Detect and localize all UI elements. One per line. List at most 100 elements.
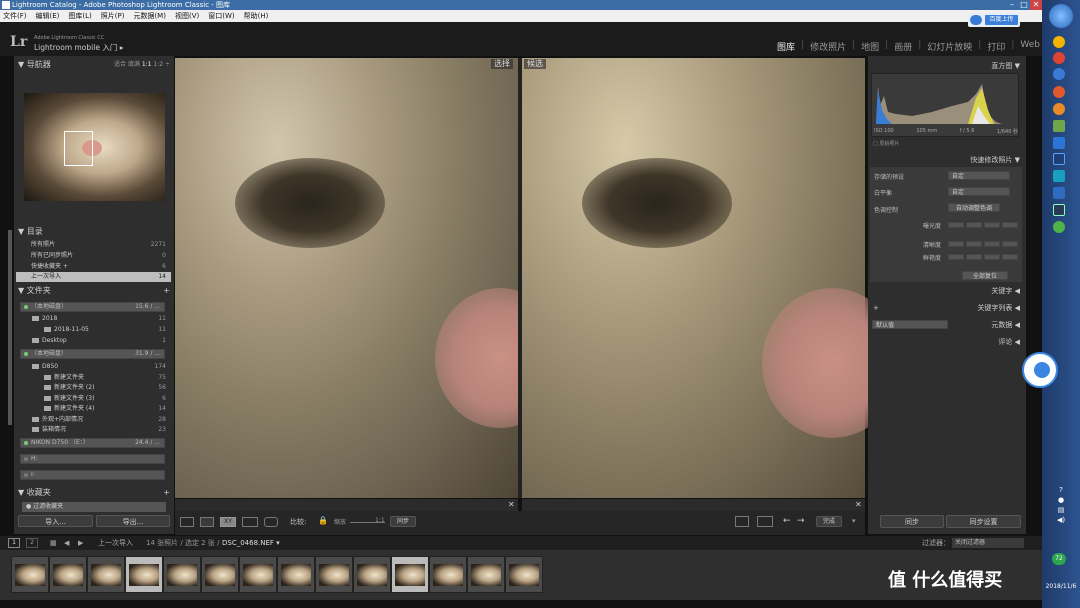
firefox-icon[interactable]: [1053, 86, 1065, 98]
white-balance-select[interactable]: 自定: [948, 187, 1010, 196]
swap-icon[interactable]: [735, 516, 749, 527]
vibrance-down[interactable]: [966, 254, 982, 260]
filmstrip-thumbnail[interactable]: [125, 556, 163, 593]
import-button[interactable]: 导入...: [18, 515, 93, 527]
filmstrip-thumbnail[interactable]: [505, 556, 543, 593]
close-select-icon[interactable]: ✕: [508, 500, 515, 509]
help-icon[interactable]: ?: [1059, 486, 1063, 494]
close-icon[interactable]: ✕: [1030, 0, 1042, 10]
filmstrip-thumbnail[interactable]: [163, 556, 201, 593]
exposure-down[interactable]: [966, 222, 982, 228]
menu-edit[interactable]: 编辑(E): [36, 10, 60, 22]
filmstrip-thumbnail[interactable]: [49, 556, 87, 593]
network-icon[interactable]: ▤: [1058, 506, 1065, 514]
shield-icon[interactable]: ●: [1058, 496, 1064, 504]
histogram[interactable]: ISO 100 105 mm f / 5.6 1/640 秒: [871, 73, 1019, 137]
menu-file[interactable]: 文件(F): [3, 10, 27, 22]
left-panel-scrollbar[interactable]: [8, 230, 12, 425]
minimize-icon[interactable]: –: [1006, 0, 1018, 10]
toolbar-menu-icon[interactable]: ▾: [852, 517, 856, 525]
filmstrip-source[interactable]: 上一次导入: [98, 536, 133, 550]
module-slideshow[interactable]: 幻灯片放映: [927, 40, 972, 53]
done-button[interactable]: 完成: [816, 516, 842, 527]
module-develop[interactable]: 修改照片: [810, 40, 846, 53]
app-icon-orange[interactable]: [1053, 103, 1065, 115]
lock-icon[interactable]: 🔒: [318, 516, 328, 526]
module-library[interactable]: 图库: [777, 40, 795, 53]
wechat-icon[interactable]: [1053, 221, 1065, 233]
menu-photo[interactable]: 照片(P): [101, 10, 125, 22]
app-icon-teal[interactable]: [1053, 170, 1065, 182]
chrome-icon[interactable]: [1053, 36, 1065, 48]
catalog-header[interactable]: ▼ 目录: [14, 226, 174, 238]
file-explorer-icon[interactable]: [1053, 120, 1065, 132]
folder-item[interactable]: 新建文件夹 (3) 6: [16, 394, 171, 404]
close-candidate-icon[interactable]: ✕: [855, 500, 862, 509]
filmstrip-thumbnail[interactable]: [239, 556, 277, 593]
zoom-1-1[interactable]: 1:1: [142, 61, 152, 68]
volume-nikon[interactable]: NIKON D750 （E：） 24.4 / ...: [20, 438, 165, 448]
module-map[interactable]: 地图: [861, 40, 879, 53]
keyword-list-header[interactable]: + 关键字列表 ◀: [869, 301, 1024, 315]
saved-preset-select[interactable]: 自定: [948, 171, 1010, 180]
exposure-up[interactable]: [984, 222, 1000, 228]
photoshop-icon[interactable]: [1053, 153, 1065, 165]
filmstrip-thumbnail[interactable]: [11, 556, 49, 593]
upload-button[interactable]: 百度上传: [985, 15, 1018, 25]
vibrance-up-large[interactable]: [1002, 254, 1018, 260]
catalog-item-quick-collection[interactable]: 快捷收藏夹 + 6: [16, 262, 171, 272]
360-browser-icon[interactable]: [1053, 68, 1065, 80]
make-select-icon[interactable]: [757, 516, 773, 527]
filmstrip-thumbnail[interactable]: [87, 556, 125, 593]
module-print[interactable]: 打印: [987, 40, 1005, 53]
clarity-down-large[interactable]: [948, 241, 964, 247]
menu-library[interactable]: 图库(L): [68, 10, 91, 22]
browser-icon[interactable]: [1053, 52, 1065, 64]
keywording-header[interactable]: 关键字 ◀: [869, 284, 1024, 298]
auto-tone-button[interactable]: 自动调整色调: [948, 203, 1000, 212]
start-button-icon[interactable]: [1049, 4, 1073, 28]
primary-window-button[interactable]: 1: [8, 538, 20, 548]
comments-header[interactable]: 评论 ◀: [869, 335, 1024, 349]
original-photo-toggle[interactable]: □ 原始照片: [873, 140, 899, 147]
next-arrow-icon[interactable]: →: [797, 516, 805, 526]
catalog-item-previous-import[interactable]: 上一次导入 14: [16, 272, 171, 282]
module-web[interactable]: Web: [1020, 40, 1040, 53]
folder-item[interactable]: 2018-11-05 11: [16, 325, 171, 335]
catalog-item-synced[interactable]: 所有已同步照片 0: [16, 251, 171, 261]
lightroom-taskbar-icon[interactable]: [1053, 204, 1065, 216]
volume-h[interactable]: H:: [20, 454, 165, 464]
survey-view-icon[interactable]: [242, 517, 258, 527]
collections-filter[interactable]: ● 过滤收藏夹: [22, 502, 166, 512]
folder-item[interactable]: 外观+内部情况 28: [16, 415, 171, 425]
system-date[interactable]: 2018/11/6: [1043, 583, 1079, 590]
sync-button[interactable]: 同步: [880, 515, 944, 528]
folders-header[interactable]: ▼ 文件夹 +: [14, 285, 174, 297]
menu-window[interactable]: 窗口(W): [208, 10, 234, 22]
zoom-1-2[interactable]: 1:2 ÷: [153, 61, 170, 68]
menu-metadata[interactable]: 元数据(M): [133, 10, 166, 22]
vibrance-up[interactable]: [984, 254, 1000, 260]
navigator-header[interactable]: ▼ 导航器 适合 填满 1:1 1:2 ÷: [14, 59, 174, 71]
folder-item[interactable]: 2018 11: [16, 314, 171, 324]
quick-develop-header[interactable]: 快速修改照片 ▼: [869, 153, 1024, 167]
folder-item[interactable]: D850 174: [16, 362, 171, 372]
people-view-icon[interactable]: [264, 517, 278, 527]
candidate-photo-view[interactable]: [522, 58, 902, 498]
exposure-up-large[interactable]: [1002, 222, 1018, 228]
metadata-preset-select[interactable]: 默认值: [872, 320, 948, 329]
collections-header[interactable]: ▼ 收藏夹 +: [14, 487, 174, 499]
folder-item[interactable]: 新建文件夹 (4) 14: [16, 404, 171, 414]
app-icon-blue[interactable]: [1053, 137, 1065, 149]
grid-view-icon[interactable]: [180, 517, 194, 527]
navigator-zoom-box[interactable]: [64, 131, 93, 166]
folder-item[interactable]: 新建文件夹 75: [16, 373, 171, 383]
filmstrip-thumbnail[interactable]: [467, 556, 505, 593]
export-button[interactable]: 导出...: [96, 515, 170, 527]
module-book[interactable]: 画册: [894, 40, 912, 53]
clarity-down[interactable]: [966, 241, 982, 247]
filmstrip-thumbnail[interactable]: [201, 556, 239, 593]
loupe-view-icon[interactable]: [200, 517, 214, 527]
clarity-up-large[interactable]: [1002, 241, 1018, 247]
volume-icon[interactable]: ◀): [1057, 516, 1065, 524]
